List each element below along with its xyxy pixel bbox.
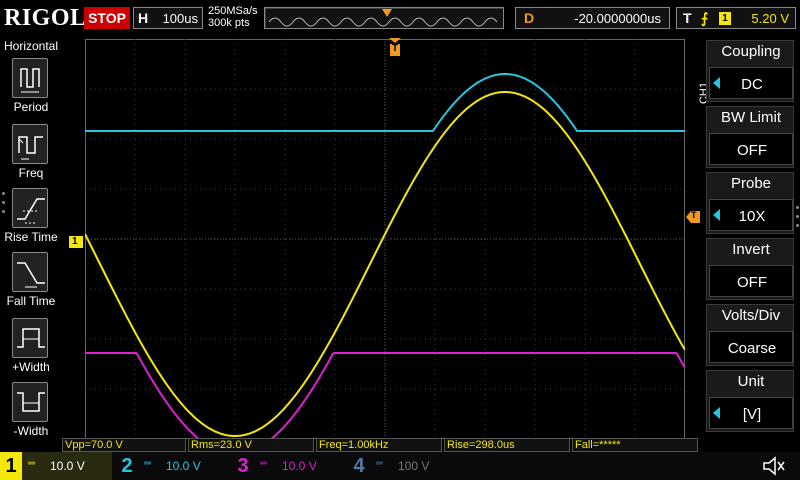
- delay-label: D: [524, 10, 535, 26]
- coupling-title: Coupling: [721, 43, 781, 60]
- measure-rise-time-button[interactable]: Rise Time: [0, 188, 62, 252]
- trigger-level-value: 5.20 V: [751, 11, 789, 26]
- speaker-muted-icon[interactable]: [762, 456, 786, 480]
- delay-value: -20.0000000us: [574, 11, 661, 26]
- sample-rate: 250MSa/s: [208, 5, 258, 17]
- timebase-label: H: [138, 10, 149, 26]
- fall-time-label: Fall Time: [6, 294, 56, 308]
- volts-div-value: Coarse: [727, 340, 777, 357]
- measure-positive-width-button[interactable]: +Width: [0, 318, 62, 382]
- dc-coupling-icon: ═: [144, 458, 152, 469]
- menu-scroll-dots: [796, 206, 799, 233]
- ch1-scale: 10.0 V: [50, 459, 85, 473]
- ch1-number: 1: [0, 452, 22, 480]
- ch1-ground-marker[interactable]: 1: [69, 236, 83, 248]
- ch4-scale: 100 V: [398, 459, 430, 473]
- trigger-label: T: [683, 10, 692, 26]
- ch3-number: 3: [237, 455, 249, 477]
- unit-value: [V]: [742, 406, 762, 423]
- dc-coupling-icon: ═: [28, 458, 36, 469]
- rise-time-icon: [12, 188, 48, 228]
- invert-title: Invert: [732, 241, 770, 258]
- bw-limit-title: BW Limit: [721, 109, 781, 126]
- coupling-value: DC: [741, 76, 763, 93]
- graticule: [85, 39, 685, 439]
- volts-div-value-box: Coarse: [709, 331, 793, 363]
- brand-logo: RIGOL: [4, 5, 87, 31]
- measure-negative-width-button[interactable]: -Width: [0, 382, 62, 446]
- dc-coupling-icon: ═: [376, 458, 384, 469]
- trigger-marker-label: T: [392, 43, 399, 54]
- unit-title: Unit: [737, 373, 765, 390]
- probe-title: Probe: [730, 175, 772, 192]
- bw-limit-value-box: OFF: [709, 133, 793, 165]
- probe-softkey[interactable]: Probe 10X: [706, 172, 794, 234]
- period-icon: [12, 58, 48, 98]
- ch4-status[interactable]: 4 ═ 100 V: [348, 452, 460, 480]
- measurement-fall[interactable]: Fall=*****: [572, 438, 698, 452]
- volts-div-title: Volts/Div: [721, 307, 781, 324]
- measure-freq-button[interactable]: Freq: [0, 124, 62, 188]
- timebase-value: 100us: [162, 11, 198, 26]
- ch2-scale: 10.0 V: [166, 459, 201, 473]
- measurement-vpp[interactable]: Vpp=70.0 V: [62, 438, 186, 452]
- measurement-freq[interactable]: Freq=1.00kHz: [316, 438, 442, 452]
- invert-softkey[interactable]: Invert OFF: [706, 238, 794, 300]
- bw-limit-value: OFF: [737, 142, 767, 159]
- ch3-scale: 10.0 V: [282, 459, 317, 473]
- ch2-status[interactable]: 2 ═ 10.0 V: [116, 452, 228, 480]
- probe-value: 10X: [738, 208, 766, 225]
- trigger-source-badge: 1: [719, 12, 731, 25]
- measure-fall-time-button[interactable]: Fall Time: [0, 252, 62, 316]
- period-label: Period: [13, 100, 49, 114]
- run-stop-status[interactable]: STOP: [84, 7, 130, 29]
- rising-edge-icon: ⨍: [701, 10, 709, 26]
- volts-div-softkey[interactable]: Volts/Div Coarse: [706, 304, 794, 366]
- waveform-display[interactable]: [85, 39, 685, 439]
- trigger-position-icon: [382, 9, 392, 17]
- measurement-bar: Vpp=70.0 V Rms=23.0 V Freq=1.00kHz Rise=…: [62, 438, 698, 452]
- positive-width-label: +Width: [12, 360, 50, 374]
- rise-time-label: Rise Time: [4, 230, 58, 244]
- coupling-softkey[interactable]: Coupling DC: [706, 40, 794, 102]
- freq-icon: [12, 124, 48, 164]
- measurement-rms[interactable]: Rms=23.0 V: [188, 438, 314, 452]
- memory-overview-bar[interactable]: [264, 7, 504, 29]
- delay-indicator[interactable]: D -20.0000000us: [515, 7, 670, 29]
- unit-value-box: [V]: [709, 397, 793, 429]
- trigger-level-label: T: [691, 210, 697, 220]
- acquisition-info: 250MSa/s 300k pts: [208, 5, 258, 29]
- positive-width-icon: [12, 318, 48, 358]
- bw-limit-softkey[interactable]: BW Limit OFF: [706, 106, 794, 168]
- ch3-status[interactable]: 3 ═ 10.0 V: [232, 452, 344, 480]
- status-bar: RIGOL STOP H 100us 250MSa/s 300k pts D -…: [0, 0, 800, 36]
- memory-depth: 300k pts: [208, 17, 250, 29]
- coupling-value-box: DC: [709, 67, 793, 99]
- measurement-rise[interactable]: Rise=298.0us: [444, 438, 570, 452]
- measure-period-button[interactable]: Period: [0, 58, 62, 122]
- probe-value-box: 10X: [709, 199, 793, 231]
- fall-time-icon: [12, 252, 48, 292]
- trigger-position-marker[interactable]: T: [389, 38, 401, 58]
- ch1-ground-label: 1: [72, 236, 78, 247]
- ch1-status[interactable]: 1 ═ 10.0 V: [0, 452, 112, 480]
- invert-value-box: OFF: [709, 265, 793, 297]
- timebase-indicator[interactable]: H 100us: [133, 7, 203, 29]
- channel-bar: 1 ═ 10.0 V 2 ═ 10.0 V 3 ═ 10.0 V 4 ═ 100…: [0, 452, 800, 480]
- menu-title: Horizontal: [3, 39, 59, 53]
- invert-value: OFF: [737, 274, 767, 291]
- freq-label: Freq: [18, 166, 44, 180]
- horizontal-measure-menu: Horizontal Period Freq Rise Time Fall Ti…: [0, 36, 62, 452]
- trigger-indicator[interactable]: T ⨍ 1 5.20 V: [676, 7, 796, 29]
- negative-width-icon: [12, 382, 48, 422]
- channel-menu: CH1 Coupling DC BW Limit OFF Probe 10X I…: [698, 38, 800, 452]
- dc-coupling-icon: ═: [260, 458, 268, 469]
- ch4-number: 4: [353, 455, 365, 477]
- ch2-number: 2: [121, 455, 133, 477]
- negative-width-label: -Width: [13, 424, 49, 438]
- unit-softkey[interactable]: Unit [V]: [706, 370, 794, 432]
